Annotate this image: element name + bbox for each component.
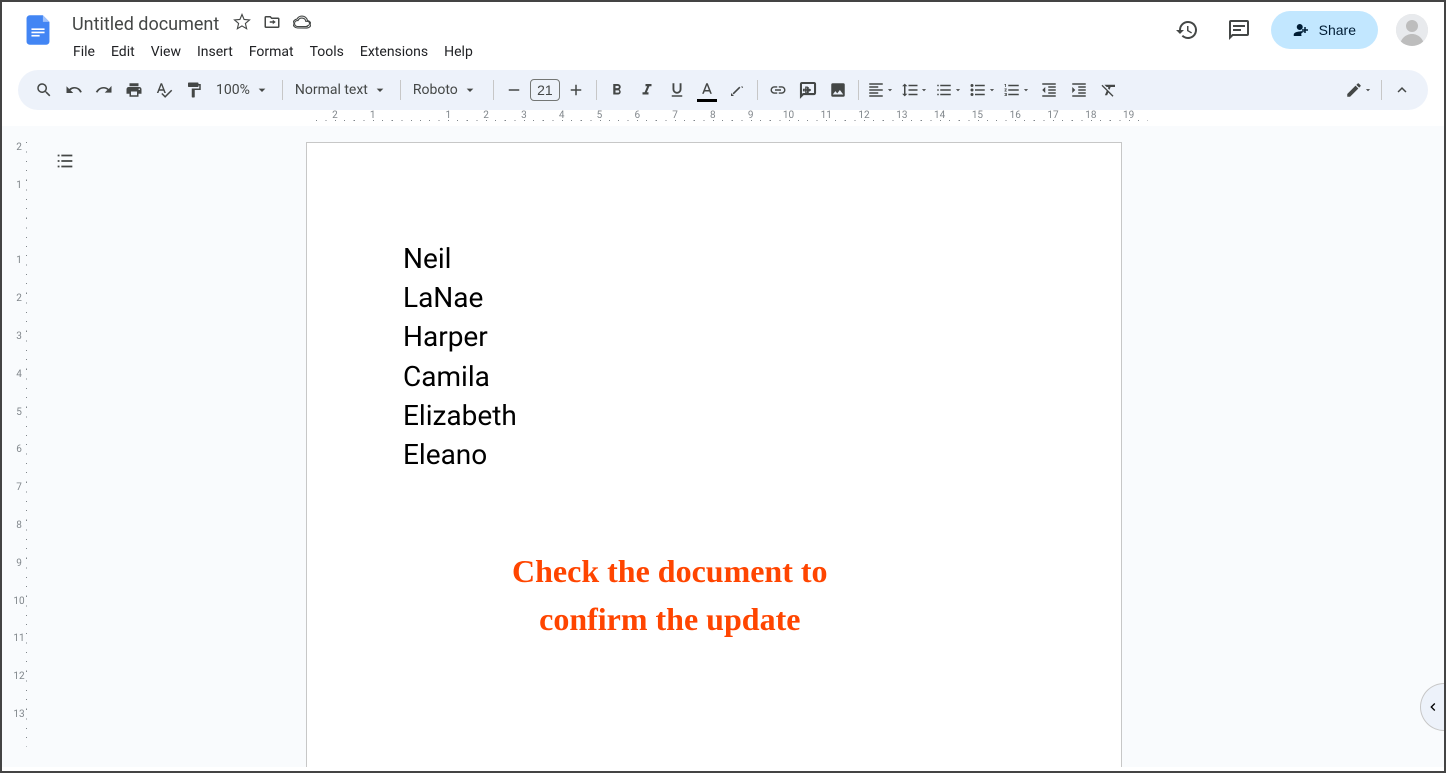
user-avatar[interactable] [1396,14,1428,46]
menu-insert[interactable]: Insert [190,40,240,64]
indent-increase-icon[interactable] [1065,76,1093,104]
outline-toggle-icon[interactable] [50,146,80,176]
font-select[interactable]: Roboto [407,76,487,104]
doc-line[interactable]: Elizabeth [403,396,1025,435]
menu-extensions[interactable]: Extensions [353,40,435,64]
app-header: Untitled document File Edit View Insert … [2,2,1444,66]
italic-icon[interactable] [633,76,661,104]
share-label: Share [1319,22,1356,38]
document-page[interactable]: NeilLaNaeHarperCamilaElizabethEleano [306,142,1122,767]
menu-help[interactable]: Help [437,40,480,64]
font-size-increase[interactable] [562,76,590,104]
title-area: Untitled document File Edit View Insert … [66,10,1167,66]
clear-formatting-icon[interactable] [1095,76,1123,104]
underline-icon[interactable] [663,76,691,104]
history-icon[interactable] [1167,10,1207,50]
star-icon[interactable] [233,13,251,35]
style-select[interactable]: Normal text [289,76,394,104]
docs-logo[interactable] [18,10,58,50]
cloud-icon[interactable] [293,13,311,35]
line-spacing-icon[interactable] [899,76,931,104]
doc-line[interactable]: LaNae [403,278,1025,317]
horizontal-ruler[interactable]: 2112345678910111213141516171819 [36,110,1444,126]
font-size-decrease[interactable] [500,76,528,104]
font-size-input[interactable] [530,79,560,101]
doc-line[interactable]: Neil [403,239,1025,278]
menu-file[interactable]: File [66,40,102,64]
vertical-ruler[interactable]: 2112345678910111213 [2,126,36,767]
highlight-icon[interactable] [723,76,751,104]
align-icon[interactable] [865,76,897,104]
link-icon[interactable] [764,76,792,104]
doc-line[interactable]: Eleano [403,435,1025,474]
insert-image-icon[interactable] [824,76,852,104]
share-button[interactable]: Share [1271,11,1378,49]
comments-icon[interactable] [1219,10,1259,50]
doc-line[interactable]: Camila [403,357,1025,396]
undo-icon[interactable] [60,76,88,104]
bold-icon[interactable] [603,76,631,104]
search-icon[interactable] [30,76,58,104]
doc-line[interactable]: Harper [403,317,1025,356]
doc-title[interactable]: Untitled document [66,12,225,37]
menu-bar: File Edit View Insert Format Tools Exten… [66,38,1167,66]
collapse-toolbar-icon[interactable] [1388,76,1416,104]
print-icon[interactable] [120,76,148,104]
add-comment-icon[interactable] [794,76,822,104]
editing-mode-icon[interactable] [1343,76,1375,104]
checklist-icon[interactable] [933,76,965,104]
menu-view[interactable]: View [144,40,188,64]
bullet-list-icon[interactable] [967,76,999,104]
menu-format[interactable]: Format [242,40,301,64]
move-icon[interactable] [263,13,281,35]
indent-decrease-icon[interactable] [1035,76,1063,104]
spellcheck-icon[interactable] [150,76,178,104]
paint-format-icon[interactable] [180,76,208,104]
toolbar: 100% Normal text Roboto [18,70,1428,110]
menu-tools[interactable]: Tools [303,40,351,64]
redo-icon[interactable] [90,76,118,104]
document-scroll-area[interactable]: NeilLaNaeHarperCamilaElizabethEleano [36,126,1444,767]
text-color-icon[interactable] [693,76,721,104]
document-content[interactable]: NeilLaNaeHarperCamilaElizabethEleano [403,239,1025,474]
menu-edit[interactable]: Edit [104,40,142,64]
zoom-select[interactable]: 100% [210,76,276,104]
numbered-list-icon[interactable] [1001,76,1033,104]
